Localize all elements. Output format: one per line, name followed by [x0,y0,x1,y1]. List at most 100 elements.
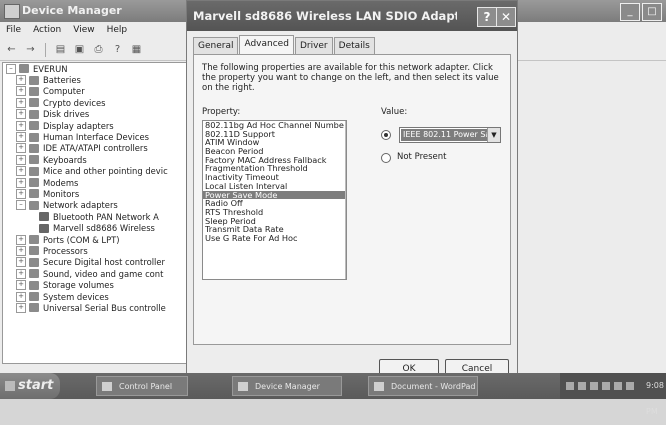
tree-item-label: Monitors [43,188,80,199]
value-radio[interactable] [381,130,391,140]
dialog-titlebar[interactable]: Marvell sd8686 Wireless LAN SDIO Adapter… [187,1,517,31]
device-icon [29,121,39,131]
computer-icon [19,64,29,74]
tab-driver[interactable]: Driver [294,37,333,54]
dialog-title: Marvell sd8686 Wireless LAN SDIO Adapter… [193,9,457,23]
tree-item-label: Processors [43,245,88,256]
tree-item[interactable]: + Crypto devices [3,97,189,108]
task-control-panel[interactable]: Control Panel [96,376,188,396]
tree-item[interactable]: + Human Interface Devices [3,131,189,143]
tree-item[interactable]: + Ports (COM & LPT) [3,234,189,245]
tree-item[interactable]: + Modems [3,177,189,188]
expand-icon[interactable]: + [16,280,26,291]
expand-icon[interactable]: + [16,75,26,86]
tree-item-label: Crypto devices [43,97,106,108]
expand-icon[interactable]: + [16,302,26,313]
value-dropdown[interactable]: IEEE 802.11 Power Sav ▼ [399,127,501,143]
not-present-label: Not Present [397,152,447,162]
expand-icon[interactable]: + [16,177,26,188]
menu-action[interactable]: Action [33,25,61,35]
tree-item[interactable]: + Storage volumes [3,279,189,291]
volume-icon[interactable] [578,382,586,390]
tree-item[interactable]: – EVERUN [3,63,189,74]
tree-item[interactable]: + Processors [3,245,189,256]
menu-view[interactable]: View [73,25,94,35]
device-icon [29,75,39,85]
tree-item[interactable]: + Display adapters [3,120,189,131]
task-wordpad[interactable]: Document - WordPad [368,376,478,396]
expand-icon[interactable]: + [16,143,26,154]
start-button[interactable]: start [0,373,60,399]
properties-icon[interactable]: ▣ [72,43,87,57]
tree-item-label: EVERUN [33,63,68,74]
tree-item[interactable]: Marvell sd8686 Wireless [3,222,189,233]
network-icon[interactable] [566,382,574,390]
tree-item[interactable]: + Secure Digital host controller [3,257,189,268]
tree-item[interactable]: + Keyboards [3,154,189,165]
power-icon[interactable] [602,382,610,390]
expand-icon[interactable]: + [16,245,26,256]
tree-item[interactable]: + Sound, video and game cont [3,268,189,279]
scroll-down-icon[interactable]: ▼ [346,269,347,279]
help-icon[interactable]: ? [110,43,125,57]
tree-item[interactable]: + Computer [3,86,189,97]
device-icon [29,109,39,119]
expand-icon[interactable]: + [16,268,26,279]
expand-icon[interactable]: + [16,109,26,120]
tree-item[interactable]: + Universal Serial Bus controlle [3,302,189,313]
tree-item[interactable]: + Mice and other pointing devic [3,166,189,177]
tree-item-label: Display adapters [43,120,114,131]
close-button[interactable]: ✕ [496,7,516,27]
collapse-icon[interactable]: – [16,200,26,211]
advanced-description: The following properties are available f… [202,63,499,93]
property-list[interactable]: 802.11bg Ad Hoc Channel Numbe 802.11D Sup… [202,120,347,280]
tree-item[interactable]: Bluetooth PAN Network A [3,211,189,222]
maximize-button[interactable]: □ [642,3,662,21]
tree-item[interactable]: + Disk drives [3,109,189,120]
dialog-tabs: General Advanced Driver Details [193,35,376,54]
expand-icon[interactable]: + [16,154,26,165]
tree-item-label: Keyboards [43,154,87,165]
value-dropdown-selected: IEEE 802.11 Power Sav [401,129,487,141]
menu-file[interactable]: File [6,25,21,35]
expand-icon[interactable]: + [16,291,26,302]
back-arrow-icon[interactable]: ← [4,43,19,57]
expand-icon[interactable]: + [16,132,26,143]
scan-hardware-icon[interactable]: ▦ [129,43,144,57]
device-tree[interactable]: – EVERUN + Batteries + Computer + Crypto device… [2,62,190,364]
device-icon [29,132,39,142]
expand-icon[interactable]: + [16,188,26,199]
show-hide-tree-icon[interactable]: ▤ [53,43,68,57]
bluetooth-icon[interactable] [590,382,598,390]
minimize-button[interactable]: _ [620,3,640,21]
chevron-down-icon[interactable]: ▼ [487,128,500,142]
tab-details[interactable]: Details [333,37,375,54]
tab-advanced[interactable]: Advanced [239,35,294,54]
tree-item[interactable]: + Monitors [3,188,189,199]
security-icon[interactable] [614,382,622,390]
expand-icon[interactable]: + [16,234,26,245]
tree-item[interactable]: + System devices [3,291,189,302]
help-button[interactable]: ? [477,7,497,27]
task-device-manager[interactable]: Device Manager [232,376,342,396]
collapse-icon[interactable]: – [6,63,16,74]
expand-icon[interactable]: + [16,166,26,177]
value-label: Value: [381,107,408,117]
expand-icon[interactable]: + [16,86,26,97]
scroll-up-icon[interactable]: ▲ [346,121,347,131]
wireless-icon[interactable] [626,382,634,390]
expand-icon[interactable]: + [16,97,26,108]
tree-item[interactable]: – Network adapters [3,200,189,211]
print-icon[interactable]: ⎙ [91,43,106,57]
tree-item[interactable]: + IDE ATA/ATAPI controllers [3,143,189,154]
tree-item[interactable]: + Batteries [3,74,189,86]
property-item[interactable]: Use G Rate For Ad Hoc [203,234,346,243]
tree-item-label: Ports (COM & LPT) [43,234,120,245]
property-list-scrollbar[interactable]: ▲ ▼ [345,121,347,279]
tab-general[interactable]: General [193,37,239,54]
menu-help[interactable]: Help [107,25,128,35]
expand-icon[interactable]: + [16,257,26,268]
expand-icon[interactable]: + [16,120,26,131]
forward-arrow-icon[interactable]: → [23,43,38,57]
not-present-radio[interactable] [381,153,391,163]
